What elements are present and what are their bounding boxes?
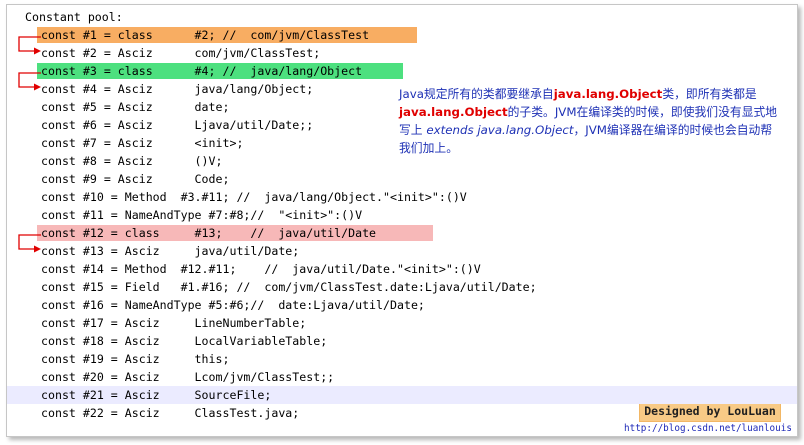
code-panel: Constant pool: const #1 = class #2; // c… <box>6 4 798 437</box>
arrowhead-13 <box>34 245 41 253</box>
arrow-1-to-2 <box>18 36 41 52</box>
arrow-3-to-4 <box>18 72 41 88</box>
arrowhead-4 <box>34 83 41 91</box>
arrowhead-2 <box>34 47 41 55</box>
arrow-12-to-13 <box>18 234 41 250</box>
reference-arrows <box>18 36 41 253</box>
